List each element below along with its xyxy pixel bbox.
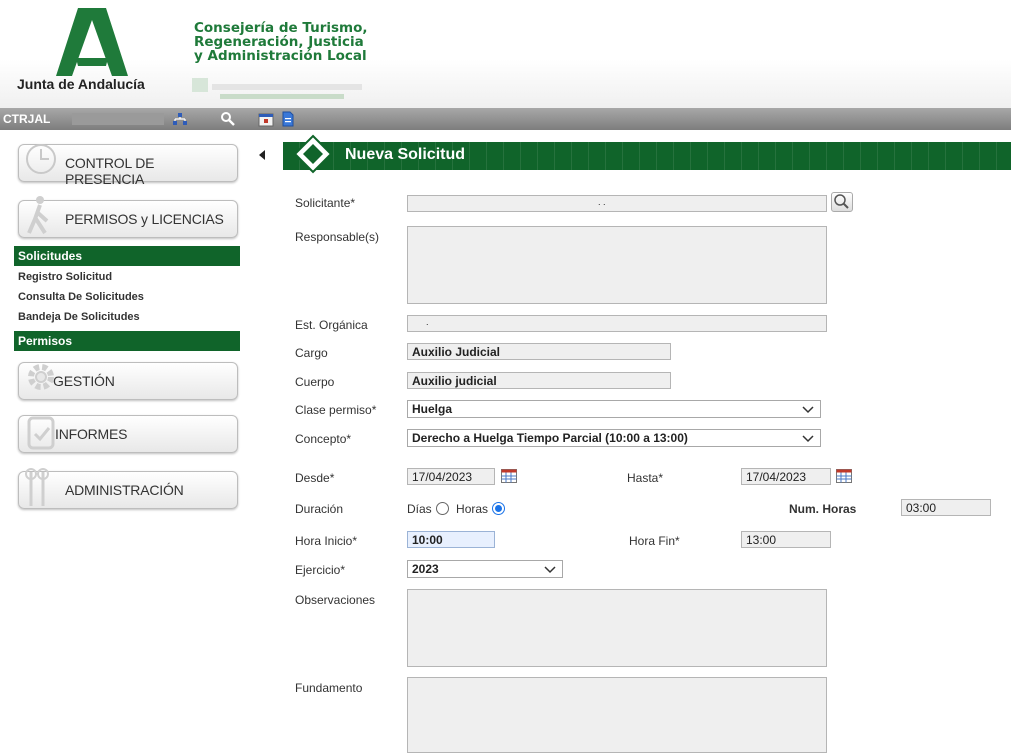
consejeria-line-3: y Administración Local xyxy=(194,48,367,64)
main-content: Nueva Solicitud Solicitante* . . Respons… xyxy=(283,130,1011,753)
network-icon[interactable] xyxy=(172,111,188,127)
num-horas-label: Num. Horas xyxy=(789,502,857,516)
control-presencia-label: CONTROL DE PRESENCIA xyxy=(65,155,155,187)
solicitante-input[interactable]: . . xyxy=(407,195,827,212)
hasta-input[interactable]: 17/04/2023 xyxy=(741,468,831,485)
desde-input[interactable]: 17/04/2023 xyxy=(407,468,495,485)
responsables-label: Responsable(s) xyxy=(295,230,380,244)
consejeria-line-2: Regeneración, Justicia xyxy=(194,34,364,50)
logo-text: Junta de Andalucía xyxy=(17,76,145,92)
cargo-input: Auxilio Judicial xyxy=(407,343,671,360)
hasta-label: Hasta* xyxy=(627,471,664,485)
solicitudes-header: Solicitudes xyxy=(14,246,240,266)
observaciones-textarea[interactable] xyxy=(407,589,827,667)
clock-icon xyxy=(26,144,56,174)
ejercicio-select[interactable]: 2023 xyxy=(407,560,563,578)
cuerpo-label: Cuerpo xyxy=(295,375,335,389)
duracion-radio-group: Días Horas xyxy=(407,502,509,516)
report-icon xyxy=(27,416,55,450)
solicitante-label: Solicitante* xyxy=(295,196,356,210)
control-presencia-button[interactable]: CONTROL DE PRESENCIA xyxy=(18,144,238,187)
gestion-button[interactable]: GESTIÓN xyxy=(18,362,238,400)
est-organica-label: Est. Orgánica xyxy=(295,318,368,332)
dias-label: Días xyxy=(407,502,432,516)
fundamento-textarea[interactable] xyxy=(407,677,827,753)
search-icon[interactable] xyxy=(220,111,236,127)
junta-andalucia-logo-icon xyxy=(56,8,128,76)
consejeria-line-1: Consejería de Turismo, xyxy=(194,20,368,36)
responsables-textarea[interactable] xyxy=(407,226,827,304)
header-decoration xyxy=(192,76,368,104)
permisos-header: Permisos xyxy=(14,331,240,351)
collapse-sidebar-icon[interactable] xyxy=(259,150,265,160)
duracion-label: Duración xyxy=(295,502,344,516)
concepto-value: Derecho a Huelga Tiempo Parcial (10:00 a… xyxy=(412,431,688,445)
chevron-down-icon xyxy=(802,406,814,414)
bandeja-solicitudes-link[interactable]: Bandeja De Solicitudes xyxy=(18,311,140,323)
clase-permiso-value: Huelga xyxy=(412,402,453,416)
diamond-logo-icon xyxy=(293,134,333,174)
sidebar: CONTROL DE PRESENCIA PERMISOS y LICENCIA… xyxy=(0,130,265,753)
concepto-label: Concepto* xyxy=(295,432,352,446)
user-name-field xyxy=(72,113,164,125)
administracion-button[interactable]: ADMINISTRACIÓN xyxy=(18,468,238,509)
num-horas-input: 03:00 xyxy=(901,499,991,516)
consulta-solicitudes-link[interactable]: Consulta De Solicitudes xyxy=(18,291,144,303)
site-header: Junta de Andalucía Consejería de Turismo… xyxy=(0,0,1011,108)
document-icon[interactable] xyxy=(280,111,296,127)
tools-icon xyxy=(25,468,49,506)
hora-inicio-input[interactable]: 10:00 xyxy=(407,531,495,548)
page-title: Nueva Solicitud xyxy=(345,146,466,163)
calendar-icon[interactable] xyxy=(258,111,274,127)
hora-fin-label: Hora Fin* xyxy=(629,534,680,548)
chevron-down-icon xyxy=(802,435,814,443)
est-organica-input[interactable]: . xyxy=(407,315,827,332)
hasta-calendar-icon[interactable] xyxy=(836,469,852,483)
horas-radio[interactable] xyxy=(492,502,506,515)
title-bar: Nueva Solicitud xyxy=(283,142,1011,170)
user-code: CTRJAL xyxy=(3,112,51,126)
informes-label: INFORMES xyxy=(55,426,128,442)
ejercicio-value: 2023 xyxy=(412,562,439,576)
desde-calendar-icon[interactable] xyxy=(501,469,517,483)
fundamento-label: Fundamento xyxy=(295,681,363,695)
cuerpo-input: Auxilio judicial xyxy=(407,372,671,389)
permisos-licencias-label: PERMISOS y LICENCIAS xyxy=(65,211,224,227)
cargo-label: Cargo xyxy=(295,346,328,360)
chevron-down-icon xyxy=(544,566,556,574)
administracion-label: ADMINISTRACIÓN xyxy=(65,482,184,498)
dias-radio[interactable] xyxy=(435,502,449,515)
gestion-label: GESTIÓN xyxy=(53,373,115,389)
walking-person-icon xyxy=(27,196,49,235)
informes-button[interactable]: INFORMES xyxy=(18,415,238,453)
registro-solicitud-link[interactable]: Registro Solicitud xyxy=(18,271,112,283)
solicitante-search-button[interactable] xyxy=(831,192,853,212)
ejercicio-label: Ejercicio* xyxy=(295,563,346,577)
desde-label: Desde* xyxy=(295,471,335,485)
observaciones-label: Observaciones xyxy=(295,593,376,607)
hora-inicio-label: Hora Inicio* xyxy=(295,534,358,548)
horas-label: Horas xyxy=(456,502,489,516)
clase-permiso-select[interactable]: Huelga xyxy=(407,400,821,418)
clase-permiso-label: Clase permiso* xyxy=(295,403,377,417)
hora-fin-input[interactable]: 13:00 xyxy=(741,531,831,548)
consejeria-title: Consejería de Turismo, Regeneración, Jus… xyxy=(194,21,368,63)
top-toolbar: CTRJAL xyxy=(0,108,1011,130)
concepto-select[interactable]: Derecho a Huelga Tiempo Parcial (10:00 a… xyxy=(407,429,821,447)
permisos-licencias-button[interactable]: PERMISOS y LICENCIAS xyxy=(18,196,238,238)
magnifier-icon xyxy=(834,194,849,209)
